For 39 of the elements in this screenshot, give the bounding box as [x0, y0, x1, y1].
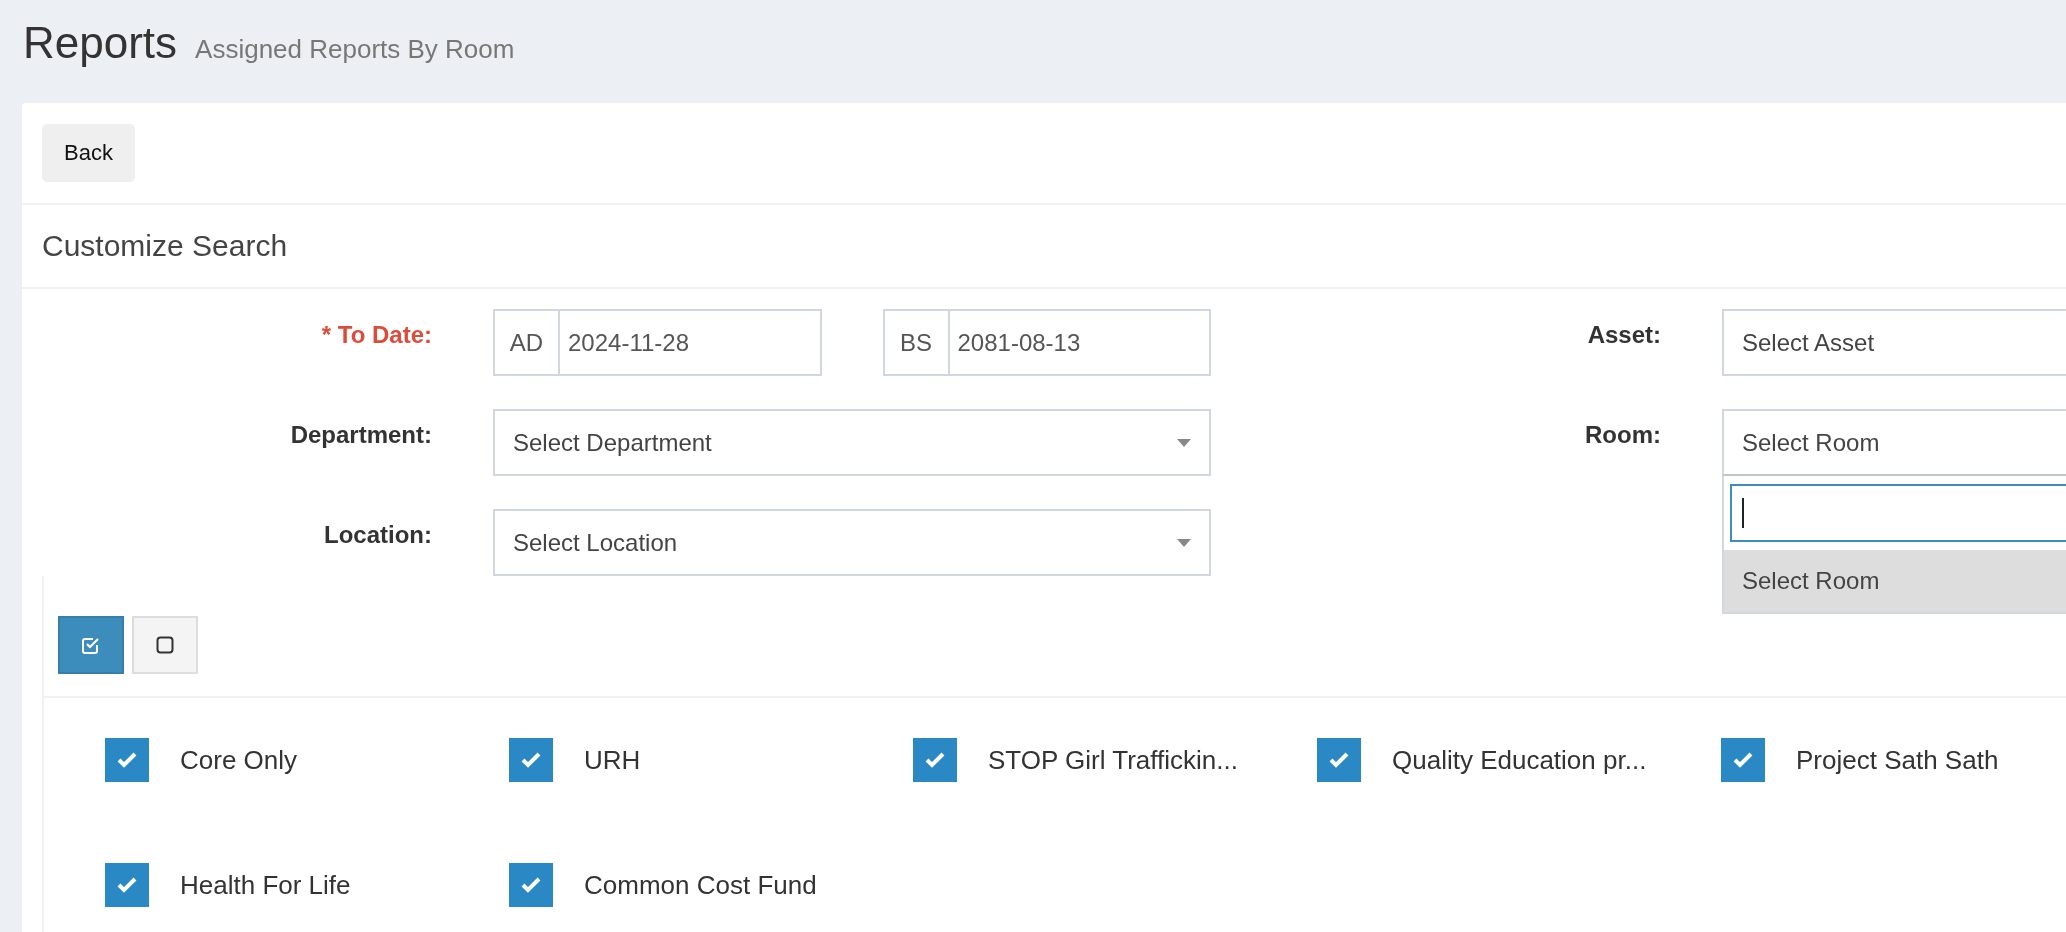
checkbox[interactable] [105, 738, 149, 782]
select-field[interactable]: Select Location [493, 509, 1211, 576]
field-label: Location: [323, 520, 433, 550]
search-field[interactable] [1730, 484, 2066, 542]
back-button[interactable]: Back [42, 124, 135, 182]
empty-square-icon [156, 636, 174, 654]
checkbox-label: Common Cost Fund [584, 869, 817, 901]
checkbox-label: Core Only [180, 744, 298, 776]
checkbox-label: STOP Girl Traffickin... [988, 744, 1238, 776]
field-label: * To Date: [320, 320, 433, 350]
checkbox-label: Project Sath Sath [1796, 744, 1999, 776]
dropdown-option[interactable]: Select Room [1724, 550, 2066, 612]
panel-title: Customize Search [42, 229, 288, 263]
select-field[interactable]: Select Asset [1722, 309, 2066, 376]
field-label: Room: [1584, 420, 1662, 450]
checkbox-label: URH [584, 744, 641, 776]
page-title: Reports [23, 18, 178, 68]
checkbox[interactable] [509, 863, 553, 907]
checkbox[interactable] [1317, 738, 1361, 782]
calendar-label: AD [493, 309, 560, 376]
field-label: Department: [289, 420, 433, 450]
page-subtitle: Assigned Reports By Room [195, 34, 515, 65]
checkbox[interactable] [1721, 738, 1765, 782]
checkbox-label: Health For Life [180, 869, 351, 901]
select-field[interactable]: Select Room [1722, 409, 2066, 476]
uncheck-all-button[interactable] [132, 616, 198, 674]
select-field[interactable]: Select Department [493, 409, 1211, 476]
checked-square-icon [82, 636, 100, 654]
checkbox[interactable] [509, 738, 553, 782]
field-label: Asset: [1586, 320, 1662, 350]
dropdown-arrow-icon [1177, 538, 1191, 547]
date-field[interactable]: 2024-11-28 [560, 309, 822, 376]
check-all-button[interactable] [58, 616, 124, 674]
checkbox-label: Quality Education pr... [1392, 744, 1647, 776]
date-field[interactable]: 2081-08-13 [949, 309, 1211, 376]
calendar-label: BS [882, 309, 950, 376]
checkbox[interactable] [105, 863, 149, 907]
checkbox[interactable] [913, 738, 957, 782]
dropdown-arrow-icon [1177, 438, 1191, 447]
